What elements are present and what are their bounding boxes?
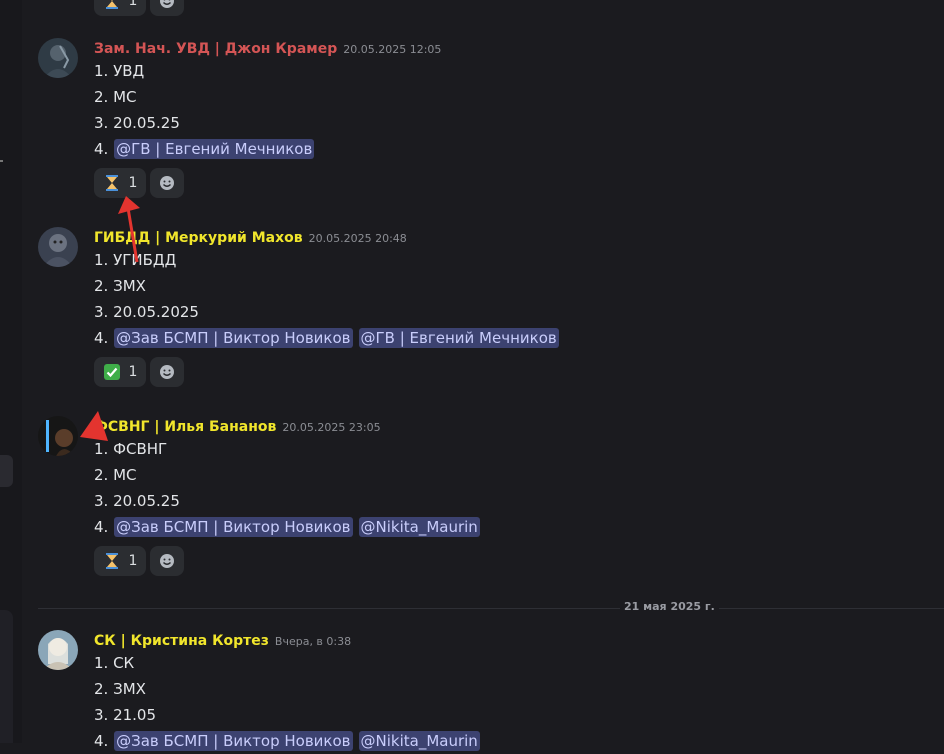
reaction-count: 1	[128, 553, 138, 569]
message-line: 3. 21.05	[94, 706, 157, 724]
user-mention[interactable]: @Зав БСМП | Виктор Новиков	[114, 328, 353, 348]
message-timestamp: 20.05.2025 23:05	[282, 421, 381, 434]
reaction-row: 1	[94, 546, 944, 576]
date-divider-label: 21 мая 2025 г.	[620, 600, 719, 613]
reaction-row: 1	[94, 0, 184, 16]
line-prefix: 4.	[94, 329, 114, 347]
reaction-row: 1	[94, 168, 944, 198]
smiley-icon	[160, 176, 174, 190]
add-reaction-button[interactable]	[150, 546, 184, 576]
reaction-row: 1	[94, 357, 944, 387]
message-line: 2. ЗМХ	[94, 680, 146, 698]
avatar[interactable]	[38, 38, 78, 78]
message-author[interactable]: Зам. Нач. УВД | Джон Крамер	[94, 41, 337, 57]
add-reaction-button[interactable]	[150, 0, 184, 16]
message-line: 1. ФСВНГ	[94, 440, 168, 458]
message-line: 4. @Зав БСМП | Виктор Новиков @Nikita_Mau…	[94, 514, 944, 540]
line-prefix: 4.	[94, 140, 114, 158]
message-author[interactable]: ФСВНГ | Илья Бананов	[94, 419, 276, 435]
sidebar-marker	[0, 160, 3, 162]
message-line: 1. УГИБДД	[94, 251, 177, 269]
message-timestamp: Вчера, в 0:38	[274, 635, 352, 648]
hourglass-icon	[105, 0, 118, 9]
message-line: 4. @Зав БСМП | Виктор Новиков @Nikita_Mau…	[94, 728, 944, 754]
message-timestamp: 20.05.2025 12:05	[343, 43, 442, 56]
message-author[interactable]: ГИБДД | Меркурий Махов	[94, 230, 303, 246]
user-mention[interactable]: @Nikita_Maurin	[358, 731, 480, 751]
message-line: 2. МС	[94, 466, 137, 484]
reaction-count: 1	[128, 175, 138, 191]
avatar[interactable]	[38, 630, 78, 670]
hourglass-icon	[105, 553, 118, 569]
message-line: 2. ЗМХ	[94, 277, 146, 295]
message-author[interactable]: СК | Кристина Кортез	[94, 633, 269, 649]
message-line: 1. СК	[94, 654, 135, 672]
message-line: 3. 20.05.2025	[94, 303, 199, 321]
user-mention[interactable]: @Зав БСМП | Виктор Новиков	[114, 731, 353, 751]
reaction-button[interactable]: 1	[94, 168, 146, 198]
avatar[interactable]	[38, 227, 78, 267]
message-line: 1. УВД	[94, 62, 145, 80]
message-timestamp: 20.05.2025 20:48	[308, 232, 407, 245]
avatar[interactable]	[38, 416, 78, 456]
message-line: 4. @Зав БСМП | Виктор Новиков @ГВ | Евген…	[94, 325, 944, 351]
user-mention[interactable]: @Nikita_Maurin	[358, 517, 480, 537]
message-line: 2. МС	[94, 88, 137, 106]
add-reaction-button[interactable]	[150, 168, 184, 198]
user-mention[interactable]: @ГВ | Евгений Мечников	[358, 328, 559, 348]
check-mark-icon	[103, 364, 120, 380]
user-mention[interactable]: @Зав БСМП | Виктор Новиков	[114, 517, 353, 537]
reaction-count: 1	[128, 364, 138, 380]
message-line: 3. 20.05.25	[94, 492, 180, 510]
message-line: 4. @ГВ | Евгений Мечников	[94, 136, 944, 162]
smiley-icon	[160, 554, 174, 568]
reaction-button[interactable]: 1	[94, 546, 146, 576]
hourglass-icon	[105, 175, 118, 191]
sidebar-panel-fragment	[0, 610, 13, 743]
smiley-icon	[160, 365, 174, 379]
line-prefix: 4.	[94, 518, 114, 536]
user-mention[interactable]: @ГВ | Евгений Мечников	[114, 139, 315, 159]
line-prefix: 4.	[94, 732, 114, 750]
reaction-button[interactable]: 1	[94, 0, 146, 16]
message-line: 3. 20.05.25	[94, 114, 180, 132]
sidebar-panel-fragment	[0, 455, 13, 487]
add-reaction-button[interactable]	[150, 357, 184, 387]
reaction-button[interactable]: 1	[94, 357, 146, 387]
date-divider-line	[38, 608, 944, 609]
smiley-icon	[160, 0, 174, 8]
reaction-count: 1	[128, 0, 138, 9]
